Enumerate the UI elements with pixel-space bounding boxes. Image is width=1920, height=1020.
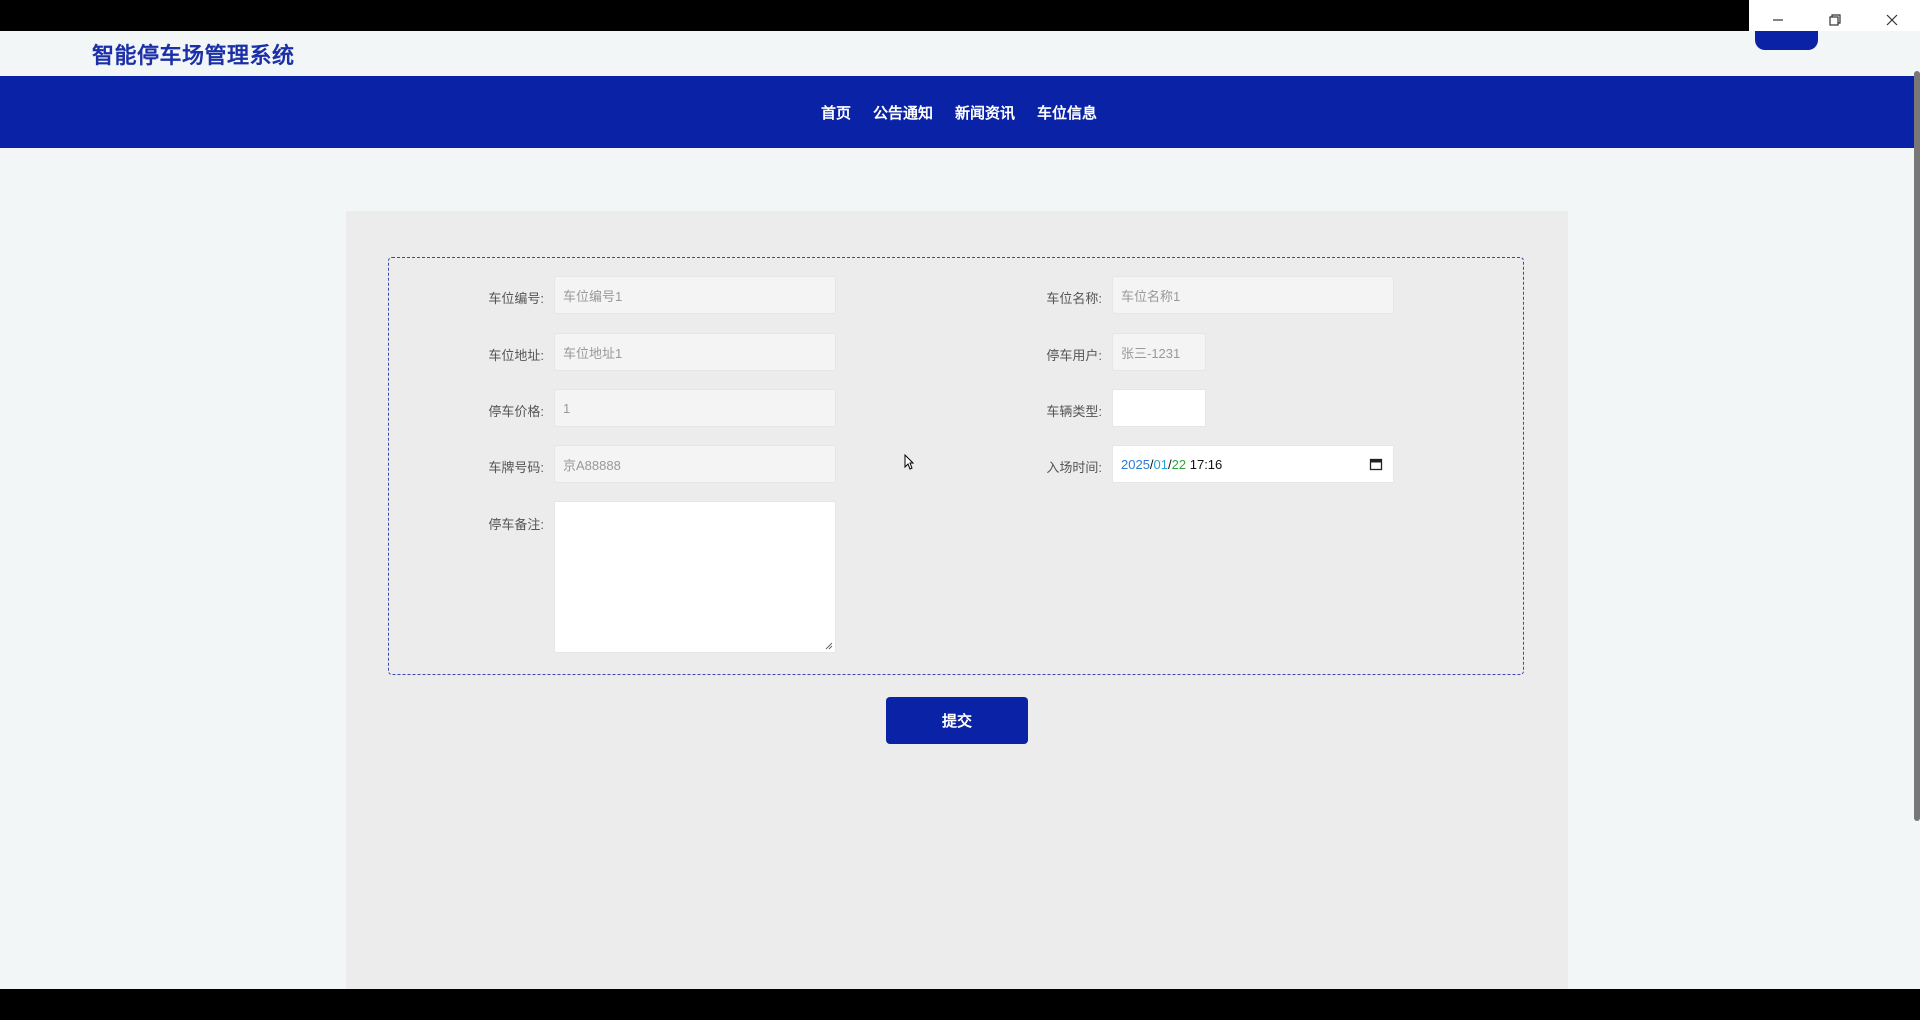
window-titlebar xyxy=(0,0,1920,31)
main-nav: 首页 公告通知 新闻资讯 车位信息 xyxy=(0,76,1918,148)
entry-time-day: 22 xyxy=(1171,456,1187,472)
resize-handle-icon[interactable] xyxy=(825,642,833,650)
entry-time-input[interactable]: 2025/01/22 17:16 xyxy=(1112,445,1394,483)
vertical-scrollbar[interactable] xyxy=(1914,31,1920,989)
parking-user-input[interactable]: 张三-1231 xyxy=(1112,333,1206,371)
entry-time-clock: 17:16 xyxy=(1189,456,1223,472)
form-panel: 车位编号: 车位编号1 车位名称: 车位名称1 车位地址: 车位地址1 停车用户… xyxy=(346,211,1568,991)
nav-item-home[interactable]: 首页 xyxy=(810,76,862,148)
header-user-button[interactable] xyxy=(1755,31,1818,50)
space-no-label: 车位编号: xyxy=(488,291,544,306)
site-title: 智能停车场管理系统 xyxy=(92,43,295,68)
close-icon xyxy=(1886,14,1897,26)
space-name-label: 车位名称: xyxy=(1046,291,1102,306)
nav-item-news[interactable]: 新闻资讯 xyxy=(944,76,1026,148)
restore-icon xyxy=(1828,14,1841,26)
calendar-icon[interactable] xyxy=(1369,457,1383,471)
parking-price-label: 停车价格: xyxy=(488,404,544,419)
parking-form: 车位编号: 车位编号1 车位名称: 车位名称1 车位地址: 车位地址1 停车用户… xyxy=(388,257,1524,675)
parking-user-label: 停车用户: xyxy=(1046,348,1102,363)
space-no-input[interactable]: 车位编号1 xyxy=(554,276,836,314)
vehicle-type-label: 车辆类型: xyxy=(1046,404,1102,419)
entry-time-label: 入场时间: xyxy=(1046,460,1102,475)
scrollbar-thumb[interactable] xyxy=(1914,71,1920,821)
vehicle-type-select[interactable] xyxy=(1112,389,1206,427)
plate-no-input[interactable]: 京A88888 xyxy=(554,445,836,483)
parking-price-input[interactable]: 1 xyxy=(554,389,836,427)
space-name-input[interactable]: 车位名称1 xyxy=(1112,276,1394,314)
remark-label: 停车备注: xyxy=(488,517,544,532)
nav-item-parking-spaces[interactable]: 车位信息 xyxy=(1026,76,1108,148)
space-address-label: 车位地址: xyxy=(488,348,544,363)
plate-no-label: 车牌号码: xyxy=(488,460,544,475)
space-address-input[interactable]: 车位地址1 xyxy=(554,333,836,371)
entry-time-month: 01 xyxy=(1153,456,1169,472)
entry-time-year: 2025 xyxy=(1121,456,1150,472)
nav-item-announcements[interactable]: 公告通知 xyxy=(862,76,944,148)
minimize-icon xyxy=(1772,19,1783,21)
mouse-cursor-icon xyxy=(904,454,914,470)
submit-button[interactable]: 提交 xyxy=(886,697,1028,744)
bottom-bar xyxy=(0,989,1920,1020)
site-header: 智能停车场管理系统 xyxy=(0,31,1918,76)
remark-textarea[interactable] xyxy=(554,501,836,653)
